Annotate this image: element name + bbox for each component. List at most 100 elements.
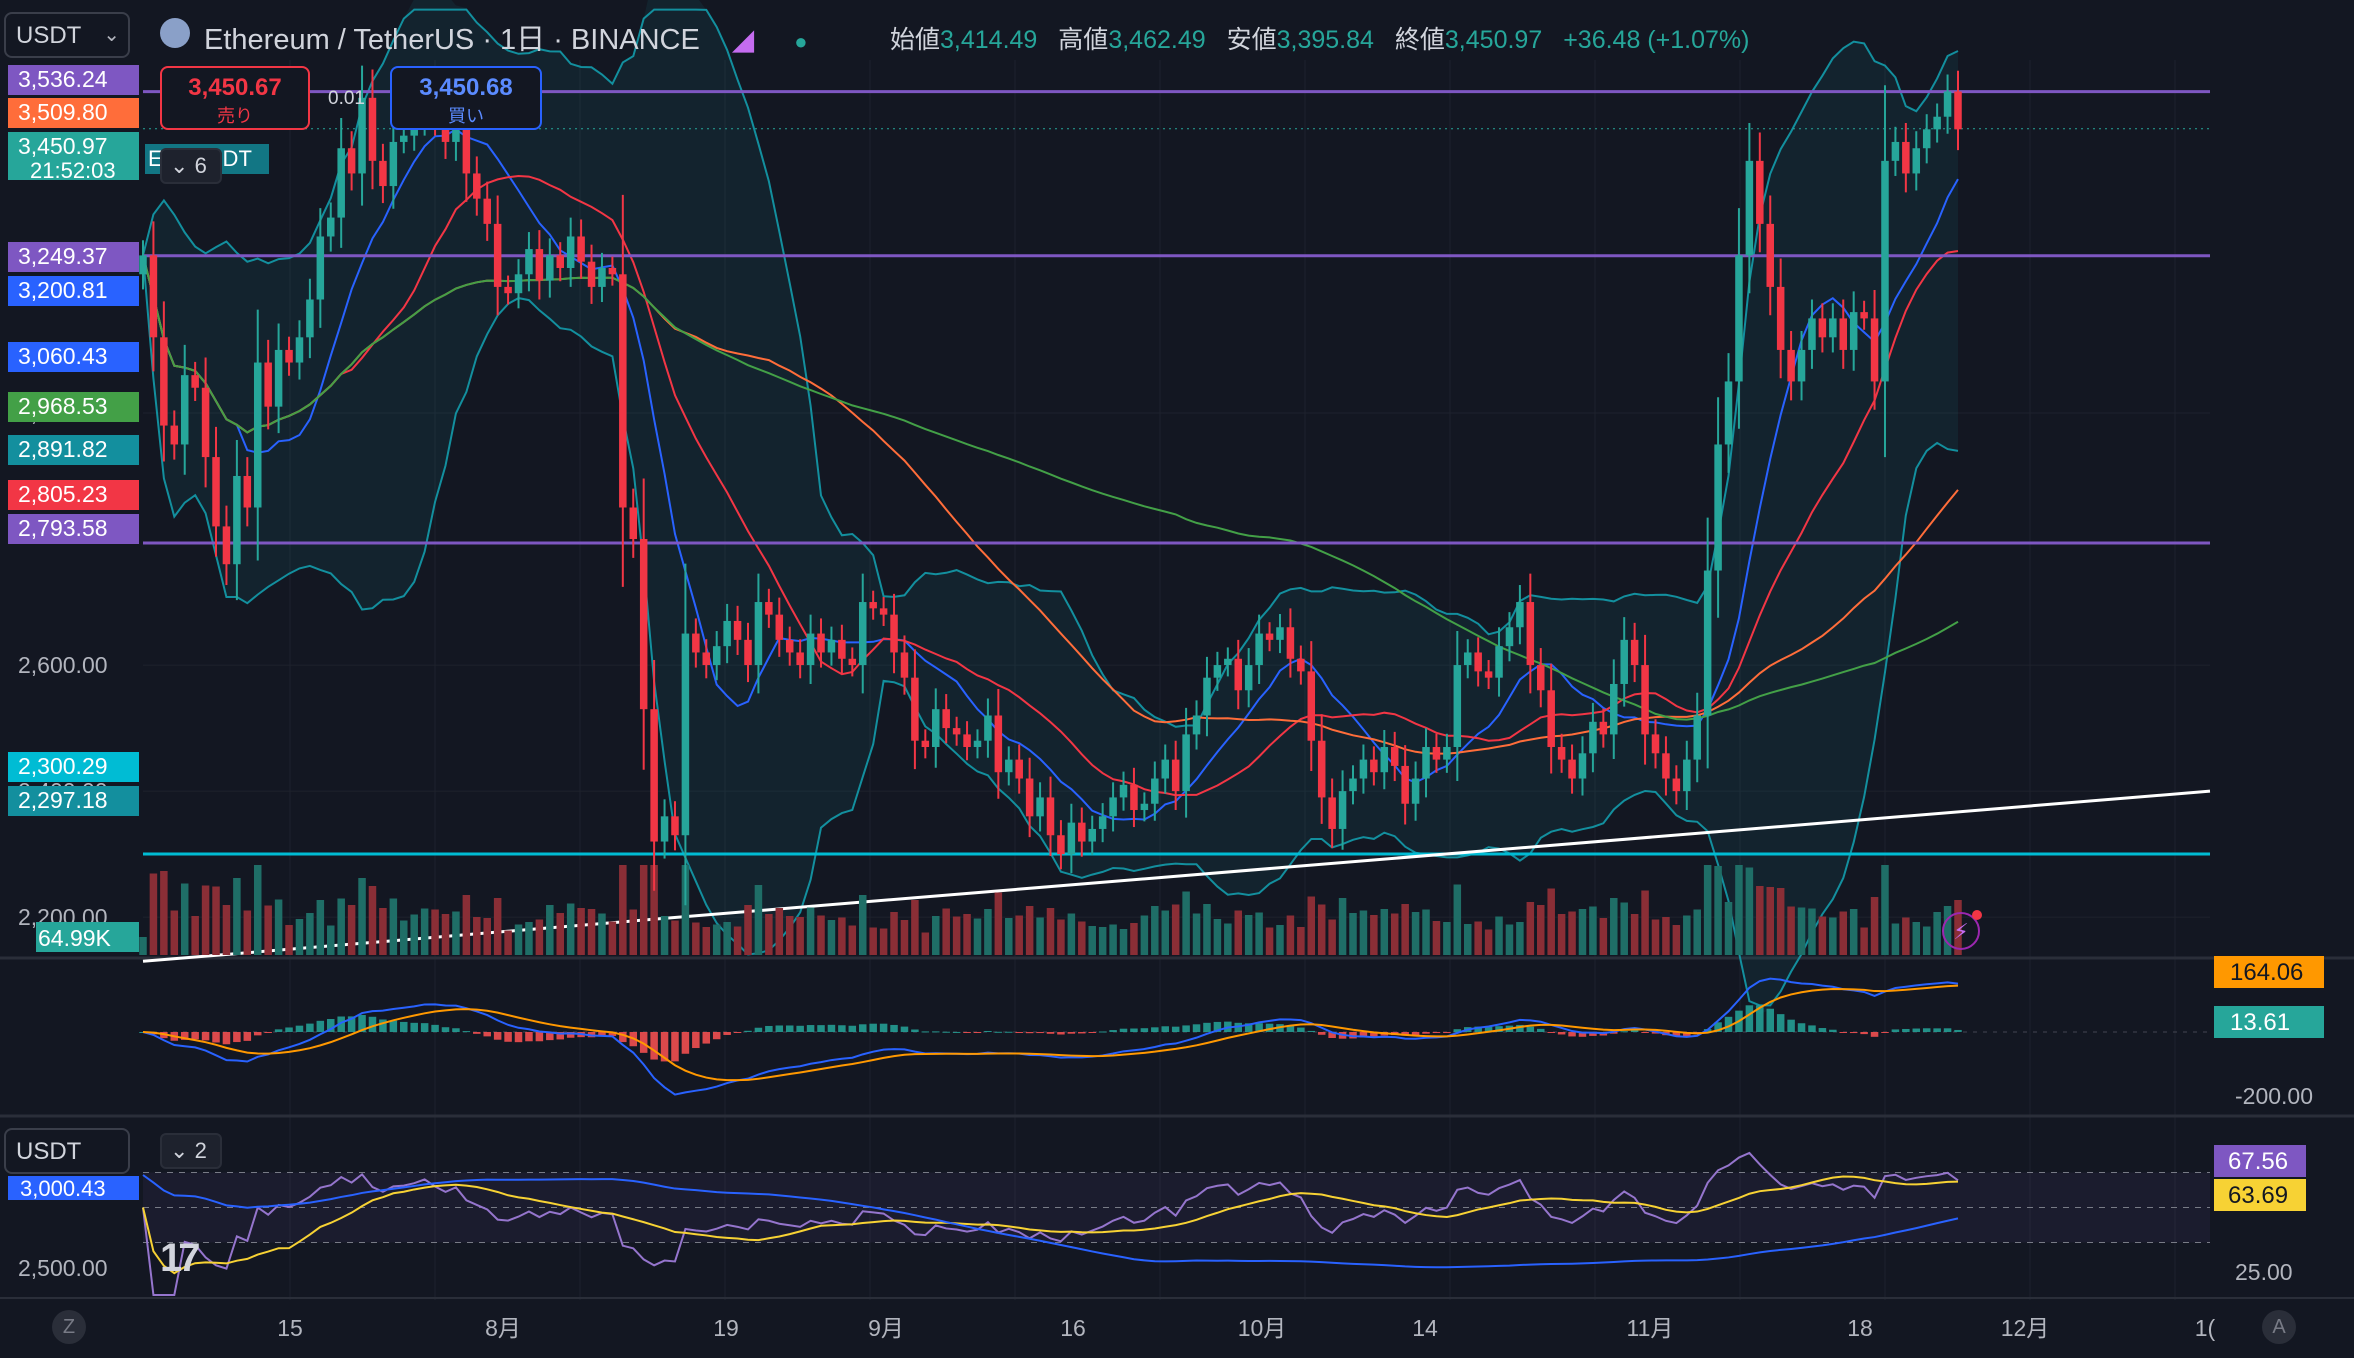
candle-body [952, 728, 961, 735]
volume-bar [1505, 924, 1514, 955]
candle-body [1537, 665, 1545, 691]
candle-body [1599, 721, 1608, 735]
price-axis-label: 3,536.24 [18, 66, 108, 92]
buy-button[interactable]: 3,450.68 買い [390, 66, 542, 130]
rsi-collapse-button[interactable]: ⌄ 2 [160, 1133, 222, 1169]
macd-histogram-bar [712, 1032, 721, 1040]
candle-body [817, 633, 825, 653]
candle-body [1276, 627, 1284, 640]
candle-body [1568, 759, 1576, 779]
macd-histogram-bar [963, 1032, 971, 1033]
candle-body [1776, 286, 1785, 350]
volume-bar [1516, 922, 1524, 955]
macd-histogram-bar [1943, 1028, 1952, 1032]
candle-body [806, 633, 815, 666]
macd-histogram-bar [1297, 1027, 1305, 1032]
volume-bar [1422, 909, 1430, 955]
price-chart[interactable]: 2,200.002,400.002,600.003,000.003,536.24… [0, 0, 2354, 1358]
sell-button[interactable]: 3,450.67 売り [160, 66, 310, 130]
volume-bar [1776, 888, 1785, 955]
macd-histogram-bar [1130, 1028, 1138, 1032]
candle-body [963, 734, 971, 748]
volume-bar [1714, 866, 1722, 955]
flag-icon[interactable]: ◢ [732, 24, 754, 56]
volume-bar [316, 900, 325, 955]
macd-histogram-bar [1432, 1032, 1441, 1033]
price-axis-label: 2,793.58 [18, 515, 108, 541]
candle-body [1025, 778, 1034, 817]
time-axis-tick: 10月 [1238, 1315, 1287, 1341]
volume-bar [1255, 912, 1263, 955]
volume-bar [827, 920, 836, 955]
macd-histogram-bar [952, 1031, 961, 1033]
lightning-icon[interactable]: ⚡ [1942, 910, 1982, 950]
macd-histogram-bar [1745, 1005, 1754, 1032]
auto-scale-button[interactable]: A [2262, 1310, 2296, 1344]
candle-body [316, 236, 325, 300]
candle-body [1589, 721, 1597, 754]
candle-body [1839, 318, 1848, 350]
candle-body [994, 715, 1003, 773]
volume-bar [1390, 913, 1399, 955]
volume-bar [483, 918, 491, 955]
volume-bar [389, 898, 398, 955]
candle-body [389, 141, 398, 187]
macd-histogram-bar [1881, 1032, 1889, 1033]
candle-body [1662, 753, 1670, 779]
candle-body [1526, 602, 1535, 666]
ohlc-readout: 始値3,414.49 高値3,462.49 安値3,395.84 終値3,450… [890, 20, 1763, 56]
volume-bar [201, 885, 210, 955]
candle-body [1192, 715, 1201, 735]
volume-bar [1537, 905, 1545, 955]
candle-body [598, 267, 606, 287]
candle-body [201, 387, 210, 458]
candle-body [1057, 835, 1065, 855]
currency-select-rsi[interactable]: USDT [4, 1128, 130, 1174]
macd-histogram-bar [274, 1029, 283, 1032]
macd-histogram-bar [1109, 1030, 1117, 1032]
candle-body [1422, 747, 1430, 779]
volume-bar [233, 878, 241, 955]
candle-body [556, 255, 564, 268]
macd-histogram-bar [1526, 1026, 1535, 1032]
volume-bar [1495, 916, 1503, 955]
candle-body [1797, 349, 1806, 382]
open-label: 始値 [890, 26, 941, 54]
volume-bar [723, 922, 731, 955]
volume-bar [1693, 909, 1701, 955]
currency-select[interactable]: USDT ⌄ [4, 12, 130, 58]
volume-bar [733, 926, 742, 955]
candle-body [1015, 759, 1023, 779]
macd-histogram-bar [368, 1016, 377, 1032]
tradingview-logo: 17 [160, 1236, 200, 1280]
candle-body [337, 148, 345, 218]
macd-histogram-bar [535, 1032, 544, 1042]
candle-body [1943, 91, 1952, 117]
candle-body [1161, 759, 1169, 779]
macd-histogram-bar [702, 1032, 711, 1044]
close-value: 3,450.97 [1444, 26, 1543, 54]
macd-histogram-bar [201, 1032, 210, 1041]
candle-body [1171, 759, 1180, 792]
volume-bar [765, 914, 773, 955]
candle-body [973, 740, 982, 748]
time-axis-tick: 18 [1847, 1315, 1873, 1341]
volume-bar [1547, 888, 1555, 955]
symbol-title-text: Ethereum / TetherUS · 1日 · BINANCE [204, 24, 700, 56]
volume-bar [1078, 921, 1086, 955]
candle-body [473, 173, 481, 199]
candle-body [1922, 129, 1931, 149]
timezone-z-button[interactable]: Z [52, 1310, 86, 1344]
candle-body [1683, 759, 1691, 792]
volume-bar [1349, 913, 1357, 955]
indicator-collapse-button[interactable]: ⌄ 6 [160, 148, 222, 184]
macd-histogram-bar [671, 1032, 679, 1062]
macd-histogram-bar [400, 1021, 408, 1032]
symbol-title[interactable]: Ethereum / TetherUS · 1日 · BINANCE ◢ ● [204, 16, 808, 58]
chevron-down-icon: ⌄ [103, 24, 120, 46]
candle-body [785, 639, 794, 653]
volume-bar [1109, 924, 1117, 955]
volume-bar [410, 914, 418, 955]
volume-bar [1140, 915, 1149, 955]
candle-body [1286, 627, 1295, 659]
